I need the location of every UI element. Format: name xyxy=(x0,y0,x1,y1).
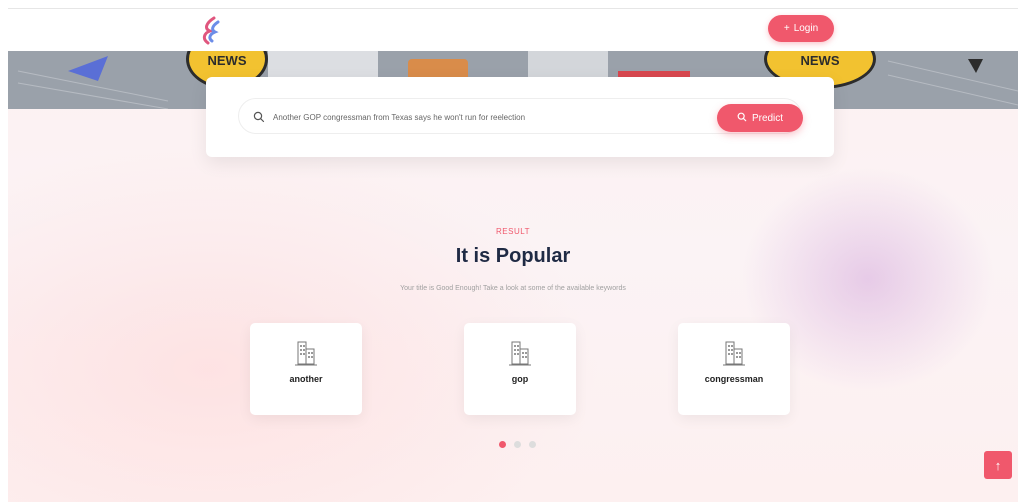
search-field: Predict xyxy=(238,98,803,134)
result-subtitle: Your title is Good Enough! Take a look a… xyxy=(400,285,626,292)
search-card: Predict xyxy=(206,77,834,157)
carousel-dot[interactable] xyxy=(514,441,521,448)
logo-icon[interactable] xyxy=(196,15,224,45)
keyword-card[interactable]: gop xyxy=(464,323,576,415)
keyword-label: another xyxy=(289,374,323,384)
keyword-label: gop xyxy=(511,374,529,384)
search-input[interactable] xyxy=(273,107,703,127)
search-icon xyxy=(737,112,747,125)
scroll-to-top-button[interactable]: ↑ xyxy=(984,451,1012,479)
building-icon xyxy=(723,340,745,368)
page: + Login NEWS NEWS Another GOP congressma… xyxy=(8,8,1018,502)
carousel-dots xyxy=(499,441,536,448)
login-label: Login xyxy=(793,23,819,34)
result-eyebrow: RESULT xyxy=(496,227,530,236)
keyword-card[interactable]: congressman xyxy=(678,323,790,415)
keyword-card[interactable]: another xyxy=(250,323,362,415)
carousel-dot[interactable] xyxy=(499,441,506,448)
carousel-dot[interactable] xyxy=(529,441,536,448)
header: + Login xyxy=(8,9,1018,51)
search-icon xyxy=(253,110,265,123)
login-button[interactable]: + Login xyxy=(768,15,834,42)
building-icon xyxy=(509,340,531,368)
keyword-label: congressman xyxy=(704,374,764,384)
predict-button[interactable]: Predict xyxy=(717,104,803,132)
building-icon xyxy=(295,340,317,368)
predict-label: Predict xyxy=(751,112,784,124)
arrow-up-icon: ↑ xyxy=(994,457,1002,473)
plus-icon: + xyxy=(783,23,790,34)
keyword-cards: another gop congressman xyxy=(8,323,1018,415)
result-title: It is Popular xyxy=(455,245,571,267)
